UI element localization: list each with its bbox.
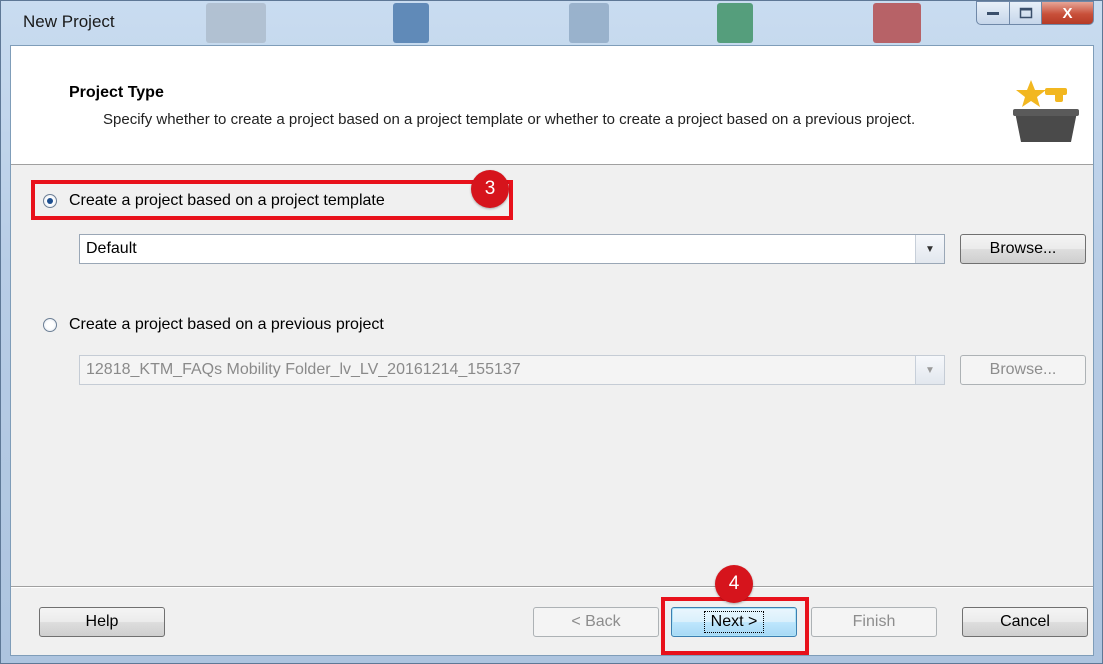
previous-browse-label: Browse... bbox=[989, 361, 1057, 378]
template-combo-value: Default bbox=[86, 240, 137, 257]
template-browse-button[interactable]: Browse... bbox=[960, 234, 1086, 264]
previous-browse-button: Browse... bbox=[960, 355, 1086, 385]
page-description: Specify whether to create a project base… bbox=[103, 111, 916, 128]
chevron-down-icon: ▼ bbox=[915, 356, 944, 384]
dialog-client-area: Project Type Specify whether to create a… bbox=[10, 45, 1094, 656]
template-browse-label: Browse... bbox=[989, 240, 1057, 257]
cancel-label: Cancel bbox=[1000, 613, 1050, 630]
close-icon: X bbox=[1062, 4, 1073, 22]
chevron-down-icon[interactable]: ▼ bbox=[915, 235, 944, 263]
taskbar-ghost-2 bbox=[393, 3, 429, 43]
finish-button: Finish bbox=[811, 607, 937, 637]
previous-project-combo: 12818_KTM_FAQs Mobility Folder_lv_LV_201… bbox=[79, 355, 945, 385]
window-controls: X bbox=[976, 1, 1094, 27]
finish-label: Finish bbox=[852, 613, 896, 630]
annotation-badge-3: 3 bbox=[471, 170, 509, 208]
page-title: Project Type bbox=[69, 84, 164, 101]
help-label: Help bbox=[85, 613, 119, 630]
back-label: < Back bbox=[571, 613, 621, 630]
project-wizard-icon bbox=[1013, 80, 1079, 142]
close-button[interactable]: X bbox=[1042, 1, 1094, 25]
new-project-window: New Project X Project Type Specify wheth… bbox=[0, 0, 1103, 664]
annotation-highlight-template bbox=[31, 180, 513, 220]
template-combo[interactable]: Default ▼ bbox=[79, 234, 945, 264]
taskbar-ghost-3 bbox=[569, 3, 609, 43]
cancel-button[interactable]: Cancel bbox=[962, 607, 1088, 637]
taskbar-ghost-1 bbox=[206, 3, 266, 43]
radio-previous[interactable] bbox=[43, 318, 57, 332]
maximize-button[interactable] bbox=[1010, 1, 1042, 25]
maximize-icon bbox=[1019, 7, 1032, 19]
taskbar-ghost-4 bbox=[717, 3, 753, 43]
taskbar-ghost-5 bbox=[873, 3, 921, 43]
title-bar[interactable]: New Project X bbox=[1, 1, 1102, 45]
radio-previous-label: Create a project based on a previous pro… bbox=[69, 316, 384, 333]
annotation-badge-4: 4 bbox=[715, 565, 753, 603]
back-button: < Back bbox=[533, 607, 659, 637]
radio-previous-option[interactable]: Create a project based on a previous pro… bbox=[43, 316, 384, 334]
minimize-button[interactable] bbox=[976, 1, 1010, 25]
footer-divider-highlight bbox=[11, 587, 1093, 588]
annotation-highlight-next bbox=[661, 597, 809, 655]
previous-project-combo-value: 12818_KTM_FAQs Mobility Folder_lv_LV_201… bbox=[86, 361, 521, 378]
wizard-header: Project Type Specify whether to create a… bbox=[11, 46, 1093, 165]
window-title: New Project bbox=[23, 12, 115, 31]
minimize-icon bbox=[987, 12, 999, 15]
help-button[interactable]: Help bbox=[39, 607, 165, 637]
